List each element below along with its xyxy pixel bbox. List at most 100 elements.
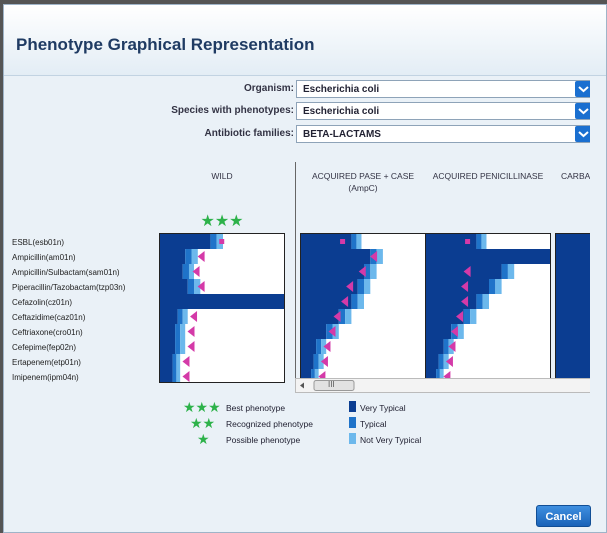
phenotype-marker [219,239,225,244]
organism-value: Escherichia coli [303,84,380,95]
cell-typical [443,339,449,354]
column-header-carba: CARBA [561,171,590,181]
phenotype-grid-wild [159,233,285,383]
chevron-down-icon[interactable] [575,81,590,97]
phenotype-dialog: Phenotype Graphical Representation Organ… [3,4,607,533]
cell-very-typical [301,264,364,279]
cell-typical [172,354,177,369]
phenotype-marker [465,239,471,244]
cell-not-very-typical [376,249,383,264]
cell-very-typical [426,339,444,354]
phenotype-grid-penicillinase [425,233,551,383]
column-header-wild: WILD [211,171,233,181]
drug-label: Ceftazidime(caz01n) [12,313,86,322]
drug-label: Ceftriaxone(cro01n) [12,328,83,337]
cell-not-very-typical [182,309,188,324]
cell-very-typical [426,294,477,309]
column-divider [295,162,296,384]
cell-not-very-typical [457,324,464,339]
families-select[interactable]: BETA-LACTAMS [296,125,590,143]
cell-very-typical [160,249,186,264]
legend-label-typical: Typical [360,419,387,429]
scroll-left-arrow-icon [300,382,304,389]
species-select[interactable]: Escherichia coli [296,102,590,120]
organism-row: Organism: Escherichia coli [4,80,590,99]
cell-not-very-typical [176,354,181,369]
cell-typical [357,279,364,294]
cell-very-typical [160,324,176,339]
cell-very-typical [426,324,452,339]
cell-very-typical [556,234,590,249]
chevron-down-icon[interactable] [575,126,590,142]
phenotype-marker [182,356,190,367]
legend-swatch-typical [349,417,356,428]
cell-not-very-typical [180,324,186,339]
cell-very-typical [556,279,590,294]
species-value: Escherichia coli [303,106,380,117]
organism-select[interactable]: Escherichia coli [296,80,590,98]
cell-typical [463,309,471,324]
phenotype-marker [190,311,198,322]
cell-not-very-typical [180,339,186,354]
cell-not-very-typical [495,279,502,294]
cell-very-typical [160,339,176,354]
organism-label: Organism: [243,83,294,94]
cell-very-typical [556,339,590,354]
cell-typical [476,294,483,309]
drug-label: Cefepime(fep02n) [12,343,77,352]
cell-typical [172,369,177,382]
cell-not-very-typical [507,264,515,279]
best-phenotype-stars: ★★★ [200,213,244,230]
drug-label: Imipenem(ipm04n) [12,373,79,382]
cell-very-typical [556,324,590,339]
phenotype-marker [340,239,346,244]
horizontal-scrollbar[interactable]: III [295,378,590,393]
cell-not-very-typical [356,234,362,249]
dialog-title: Phenotype Graphical Representation [16,35,315,54]
cell-very-typical [426,354,439,369]
cell-very-typical [160,354,173,369]
cell-typical [476,234,482,249]
cell-not-very-typical [470,309,477,324]
scroll-thumb-grip[interactable]: III [328,380,335,389]
cell-typical [438,354,444,369]
cell-not-very-typical [176,369,181,382]
drug-label: Cefazolin(cz01n) [12,298,73,307]
legend-label-possible: Possible phenotype [226,435,301,445]
cell-not-very-typical [364,279,371,294]
cell-very-typical [160,264,183,279]
legend-star-1: ★ [197,431,210,447]
dialog-footer [4,490,606,532]
chevron-down-icon[interactable] [575,103,590,119]
legend-label-very-typical: Very Typical [360,403,406,413]
cell-not-very-typical [357,294,364,309]
cell-very-typical [160,369,173,382]
cell-not-very-typical [370,264,377,279]
cell-typical [182,264,189,279]
drug-label: ESBL(esb01n) [12,238,65,247]
cell-very-typical [426,249,550,264]
phenotype-marker [187,341,195,352]
cell-typical [313,354,319,369]
cell-not-very-typical [345,309,352,324]
cell-typical [177,309,183,324]
drug-label: Piperacillin/Tazobactam(tzp03n) [12,283,126,292]
cell-not-very-typical [481,234,487,249]
drug-label: Ampicillin/Sulbactam(sam01n) [12,268,120,277]
species-row: Species with phenotypes: Escherichia col… [4,102,590,121]
cell-very-typical [556,264,590,279]
cell-very-typical [301,309,339,324]
cancel-button[interactable]: Cancel [536,505,591,527]
phenotype-marker [182,371,190,382]
cell-typical [351,234,357,249]
legend-star-2: ★★ [190,415,216,431]
cell-not-very-typical [482,294,489,309]
cell-not-very-typical [191,249,198,264]
column-header-ampc: ACQUIRED PASE + CASE [311,171,415,181]
cell-very-typical [426,279,489,294]
cell-typical [316,339,322,354]
cell-typical [210,234,217,249]
legend-star-3: ★★★ [183,399,221,415]
cell-typical [175,339,181,354]
legend-label-best: Best phenotype [226,403,286,413]
